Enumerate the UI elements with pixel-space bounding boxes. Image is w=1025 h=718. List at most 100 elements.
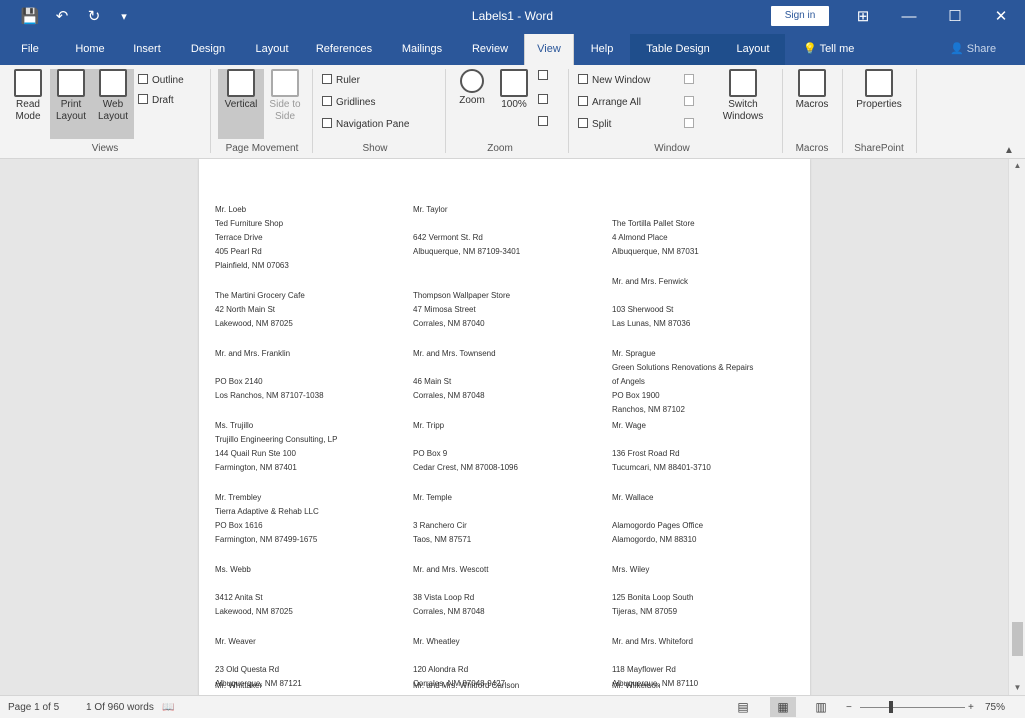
zoom-button[interactable]: Zoom xyxy=(452,69,492,139)
proofing-icon[interactable]: 📖 xyxy=(162,700,174,715)
tab-layout[interactable]: Layout xyxy=(244,34,300,65)
print-layout-view-icon[interactable]: ▦ xyxy=(770,697,796,717)
tab-insert[interactable]: Insert xyxy=(122,34,172,65)
view-side-by-side-button[interactable] xyxy=(684,73,698,89)
tab-help[interactable]: Help xyxy=(580,34,624,65)
tab-mailings[interactable]: Mailings xyxy=(390,34,454,65)
lightbulb-icon: 💡 xyxy=(803,43,820,55)
split-button[interactable]: Split xyxy=(578,117,611,133)
group-label-macros: Macros xyxy=(795,143,829,154)
word-count[interactable]: 1 Of 960 words xyxy=(86,700,154,715)
zoom-slider-thumb[interactable] xyxy=(889,701,893,713)
word-window: 💾 ↶ ↻ ▾ Labels1 - Word Sign in ⊞ — ☐ ✕ F… xyxy=(0,0,1025,718)
page-count[interactable]: Page 1 of 5 xyxy=(8,700,59,715)
sync-scroll-icon xyxy=(684,96,694,106)
synchronous-scrolling-button[interactable] xyxy=(684,95,698,111)
group-label-views: Views xyxy=(91,143,119,154)
tab-table-design[interactable]: Table Design xyxy=(635,34,721,65)
properties-button[interactable]: Properties xyxy=(848,69,910,139)
vertical-button[interactable]: Vertical xyxy=(218,69,264,139)
arrange-all-icon xyxy=(578,96,588,106)
magnifier-icon xyxy=(460,69,484,93)
switch-windows-icon xyxy=(729,69,757,97)
group-label-sharepoint: SharePoint xyxy=(854,143,904,154)
split-icon xyxy=(578,118,588,128)
one-page-icon xyxy=(538,70,548,80)
ruler-checkbox[interactable]: Ruler xyxy=(322,73,360,89)
macros-button[interactable]: Macros xyxy=(788,69,836,139)
switch-windows-button[interactable]: Switch Windows xyxy=(710,69,776,139)
group-divider xyxy=(568,69,569,153)
draft-button[interactable]: Draft xyxy=(138,93,174,109)
sign-in-button[interactable]: Sign in xyxy=(771,6,829,26)
person-icon: 👤 xyxy=(950,43,967,55)
page-width-button[interactable] xyxy=(538,115,552,131)
read-mode-button[interactable]: Read Mode xyxy=(6,69,50,139)
multiple-pages-button[interactable] xyxy=(538,93,552,109)
scroll-up-icon[interactable]: ▲ xyxy=(1009,161,1025,170)
one-hundred-icon xyxy=(500,69,528,97)
scrollbar-thumb[interactable] xyxy=(1012,622,1023,656)
collapse-ribbon-icon[interactable]: ▲ xyxy=(1004,145,1014,156)
mailing-label: Mr. Loeb Ted Furniture Shop Terrace Drive 4… xyxy=(215,205,289,270)
mailing-label: Mr. Wilkerson xyxy=(612,681,661,690)
tab-file[interactable]: File xyxy=(10,34,50,65)
page-width-icon xyxy=(538,116,548,126)
outline-button[interactable]: Outline xyxy=(138,73,184,89)
vertical-scrollbar[interactable]: ▲ ▼ xyxy=(1008,159,1025,695)
tab-home[interactable]: Home xyxy=(60,34,120,65)
reset-window-icon xyxy=(684,118,694,128)
print-layout-button[interactable]: Print Layout xyxy=(50,69,92,139)
document-page[interactable]: Mr. Loeb Ted Furniture Shop Terrace Drive 4… xyxy=(199,159,810,695)
tab-view[interactable]: View xyxy=(524,34,574,65)
group-divider xyxy=(782,69,783,153)
group-label-page-movement: Page Movement xyxy=(225,143,299,154)
group-label-window: Window xyxy=(654,143,690,154)
tab-design[interactable]: Design xyxy=(178,34,238,65)
web-layout-view-icon[interactable]: ▥ xyxy=(808,697,834,717)
tab-table-layout[interactable]: Layout xyxy=(725,34,781,65)
title-bar: 💾 ↶ ↻ ▾ Labels1 - Word Sign in ⊞ — ☐ ✕ xyxy=(0,0,1025,34)
macros-icon xyxy=(798,69,826,97)
reset-window-position-button[interactable] xyxy=(684,117,698,133)
ribbon-view: Read Mode Print Layout Web Layout Outlin… xyxy=(0,65,1025,159)
group-divider xyxy=(445,69,446,153)
group-divider xyxy=(312,69,313,153)
minimize-icon[interactable]: — xyxy=(886,0,932,34)
read-mode-view-icon[interactable]: ▤ xyxy=(730,697,756,717)
group-divider xyxy=(916,69,917,153)
scroll-down-icon[interactable]: ▼ xyxy=(1009,683,1025,692)
mailing-label: Mr. Taylor 642 Vermont St. Rd Albuquerque… xyxy=(413,205,521,256)
checkbox-icon xyxy=(322,96,332,106)
zoom-level[interactable]: 75% xyxy=(985,700,1005,715)
properties-icon xyxy=(865,69,893,97)
side-to-side-button[interactable]: Side to Side xyxy=(264,69,306,139)
zoom-out-icon[interactable]: − xyxy=(846,700,852,715)
ribbon-display-options-icon[interactable]: ⊞ xyxy=(840,0,886,34)
page-icon xyxy=(57,69,85,97)
gridlines-checkbox[interactable]: Gridlines xyxy=(322,95,375,111)
zoom-100-button[interactable]: 100% xyxy=(494,69,534,139)
close-icon[interactable]: ✕ xyxy=(978,0,1024,34)
arrange-all-button[interactable]: Arrange All xyxy=(578,95,641,111)
web-layout-button[interactable]: Web Layout xyxy=(92,69,134,139)
zoom-in-icon[interactable]: + xyxy=(968,700,974,715)
group-divider xyxy=(210,69,211,153)
tab-references[interactable]: References xyxy=(308,34,380,65)
new-window-button[interactable]: New Window xyxy=(578,73,650,89)
vertical-pages-icon xyxy=(227,69,255,97)
side-pages-icon xyxy=(271,69,299,97)
multiple-pages-icon xyxy=(538,94,548,104)
book-icon xyxy=(14,69,42,97)
checkbox-icon xyxy=(322,118,332,128)
mailing-label: Mr. Whittaker xyxy=(215,681,263,690)
tab-review[interactable]: Review xyxy=(462,34,518,65)
navigation-pane-checkbox[interactable]: Navigation Pane xyxy=(322,117,409,133)
zoom-slider[interactable] xyxy=(860,707,965,708)
ribbon-tabs: File Home Insert Design Layout Reference… xyxy=(0,34,1025,65)
tell-me-search[interactable]: 💡 Tell me xyxy=(803,34,854,65)
one-page-button[interactable] xyxy=(538,69,552,85)
group-divider xyxy=(842,69,843,153)
share-button[interactable]: 👤 Share xyxy=(950,34,996,65)
maximize-icon[interactable]: ☐ xyxy=(932,0,978,34)
